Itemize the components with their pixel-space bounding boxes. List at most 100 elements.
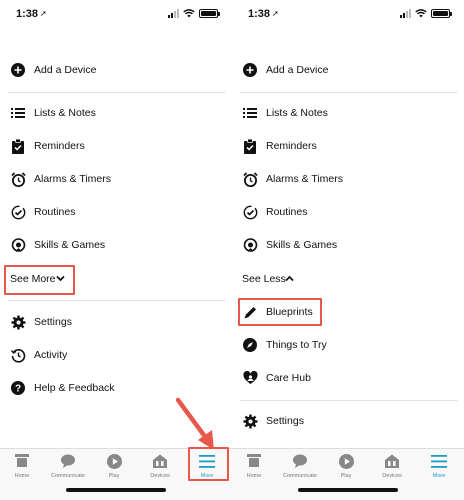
speech-bubble-icon (291, 453, 309, 469)
menu-item-label: Reminders (266, 140, 317, 152)
divider (8, 92, 226, 93)
menu-item-label: Routines (266, 206, 308, 218)
location-icon: ➚ (272, 9, 279, 18)
blueprints-highlight (238, 298, 322, 326)
menu-item-label: Activity (34, 349, 68, 361)
menu-item-label: Add a Device (266, 64, 329, 76)
list-icon (10, 105, 26, 121)
menu-item-routines[interactable]: Routines (232, 196, 464, 228)
care-heart-icon (242, 370, 258, 386)
tab-label: Home (14, 473, 30, 479)
battery-icon (431, 9, 452, 18)
clipboard-check-icon (242, 138, 258, 154)
menu-item-label: Routines (34, 206, 76, 218)
menu-item-label: Things to Try (266, 339, 327, 351)
left-screen: 1:38 ➚ Add a Device Lists & Notes Reminde… (0, 0, 232, 500)
menu-item-label: Settings (266, 415, 304, 427)
status-bar: 1:38 ➚ (232, 0, 464, 28)
tab-play[interactable]: Play (326, 453, 366, 483)
play-icon (105, 453, 123, 469)
menu-item-lists-notes[interactable]: Lists & Notes (232, 97, 464, 129)
play-icon (337, 453, 355, 469)
menu-item-care-hub[interactable]: Care Hub (232, 362, 464, 394)
more-tab-highlight (188, 447, 229, 481)
tab-home[interactable]: Home (234, 453, 274, 483)
menu-item-label: Skills & Games (34, 239, 106, 251)
skills-icon (10, 237, 26, 253)
home-icon (245, 453, 263, 469)
menu-item-label: Care Hub (266, 372, 311, 384)
menu-item-alarms-timers[interactable]: Alarms & Timers (0, 163, 232, 195)
menu-item-add-device[interactable]: Add a Device (0, 54, 232, 86)
menu-item-reminders[interactable]: Reminders (0, 130, 232, 162)
cellular-signal-icon (400, 9, 411, 18)
status-time: 1:38 ➚ (16, 8, 47, 20)
tab-communicate[interactable]: Communicate (48, 453, 88, 483)
menu-item-reminders[interactable]: Reminders (232, 130, 464, 162)
tab-label: Devices (150, 473, 170, 479)
compass-icon (242, 337, 258, 353)
menu-item-skills-games[interactable]: Skills & Games (232, 229, 464, 261)
tab-devices[interactable]: Devices (140, 453, 180, 483)
svg-text:?: ? (15, 384, 21, 395)
divider (8, 300, 226, 301)
menu-item-label: Alarms & Timers (266, 173, 344, 185)
alarm-clock-icon (10, 171, 26, 187)
home-indicator (66, 488, 166, 492)
status-bar: 1:38 ➚ (0, 0, 232, 28)
menu-item-label: Lists & Notes (266, 107, 328, 119)
menu-item-skills-games[interactable]: Skills & Games (0, 229, 232, 261)
see-less-button[interactable]: See Less (232, 266, 464, 294)
tab-label: Play (340, 473, 352, 479)
tab-label: Devices (382, 473, 402, 479)
speech-bubble-icon (59, 453, 77, 469)
list-icon (242, 105, 258, 121)
alarm-clock-icon (242, 171, 258, 187)
see-more-highlight (4, 265, 75, 295)
menu-item-label: Reminders (34, 140, 85, 152)
menu-item-label: Skills & Games (266, 239, 338, 251)
routine-check-icon (10, 204, 26, 220)
menu-item-label: Lists & Notes (34, 107, 96, 119)
menu-item-settings[interactable]: Settings (232, 405, 464, 437)
tab-label: Play (108, 473, 120, 479)
menu-item-label: Help & Feedback (34, 382, 115, 394)
tab-devices[interactable]: Devices (372, 453, 412, 483)
red-arrow-annotation (175, 397, 214, 450)
see-less-label: See Less (242, 273, 286, 285)
gear-icon (10, 314, 26, 330)
skills-icon (242, 237, 258, 253)
status-time: 1:38 ➚ (248, 8, 279, 20)
home-icon (13, 453, 31, 469)
menu-item-label: Alarms & Timers (34, 173, 112, 185)
chevron-up-icon (285, 275, 294, 282)
wifi-icon (415, 9, 427, 18)
devices-icon (151, 453, 169, 469)
devices-icon (383, 453, 401, 469)
menu-item-lists-notes[interactable]: Lists & Notes (0, 97, 232, 129)
right-screen: 1:38 ➚ Add a Device Lists & Notes Reminde… (232, 0, 464, 500)
plus-circle-icon (242, 62, 258, 78)
tab-more[interactable]: More (419, 453, 459, 483)
menu-item-settings[interactable]: Settings (0, 306, 232, 338)
wifi-icon (183, 9, 195, 18)
menu-item-add-device[interactable]: Add a Device (232, 54, 464, 86)
menu-item-routines[interactable]: Routines (0, 196, 232, 228)
routine-check-icon (242, 204, 258, 220)
plus-circle-icon (10, 62, 26, 78)
tab-play[interactable]: Play (94, 453, 134, 483)
tab-home[interactable]: Home (2, 453, 42, 483)
menu-item-activity[interactable]: Activity (0, 339, 232, 371)
history-icon (10, 347, 26, 363)
cellular-signal-icon (168, 9, 179, 18)
gear-icon (242, 413, 258, 429)
divider (240, 92, 458, 93)
menu-item-alarms-timers[interactable]: Alarms & Timers (232, 163, 464, 195)
menu-item-things-to-try[interactable]: Things to Try (232, 329, 464, 361)
menu-item-label: Settings (34, 316, 72, 328)
tab-communicate[interactable]: Communicate (280, 453, 320, 483)
tab-label: Home (246, 473, 262, 479)
tab-bar: Home Communicate Play Devices More (232, 448, 464, 500)
tab-label: Communicate (283, 473, 317, 479)
divider (240, 400, 458, 401)
